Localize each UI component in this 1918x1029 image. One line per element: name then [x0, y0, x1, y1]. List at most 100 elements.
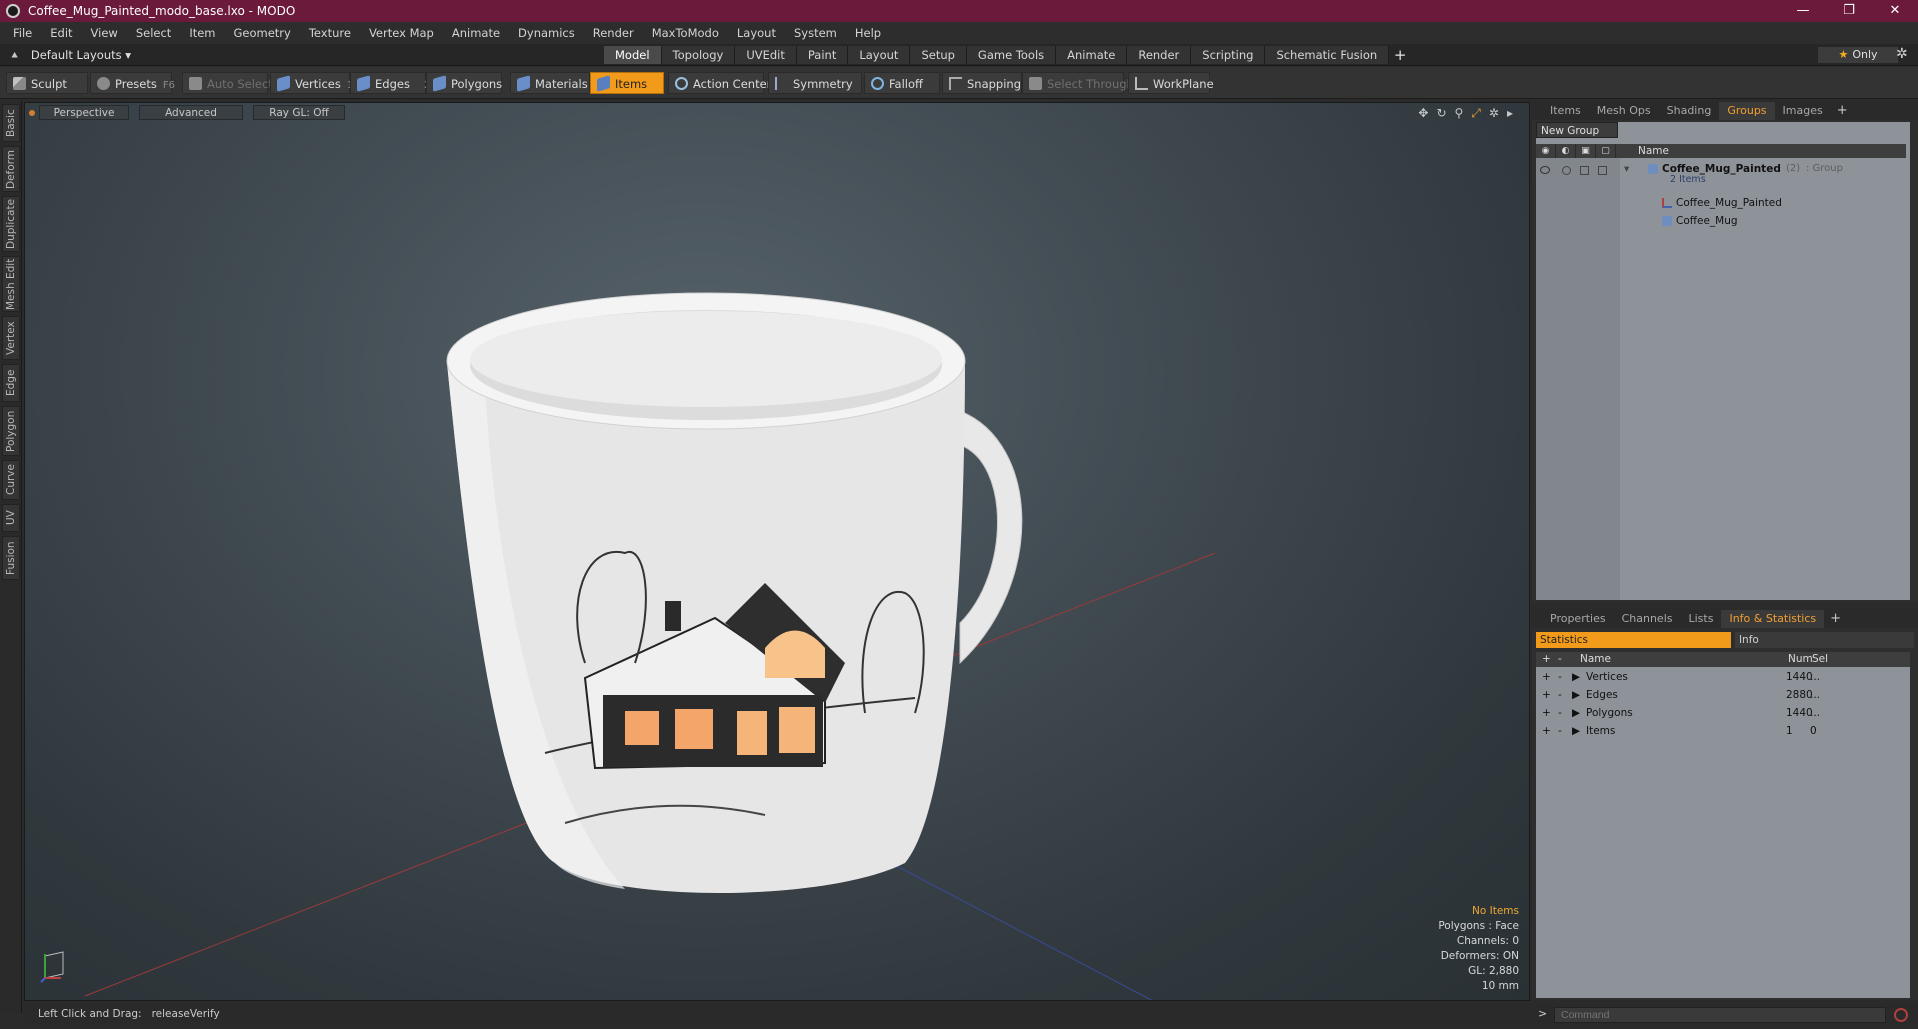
tab-layout[interactable]: Layout [848, 46, 911, 64]
tab-mesh-edit[interactable]: Mesh Edit [2, 256, 20, 312]
vertices-button[interactable]: Vertices1 [270, 72, 353, 94]
menu-maxtomodo[interactable]: MaxToModo [643, 26, 728, 40]
gear-icon[interactable]: ✲ [1896, 46, 1908, 62]
tab-game-tools[interactable]: Game Tools [966, 46, 1057, 64]
group-child-row[interactable]: Coffee_Mug_Painted [1536, 194, 1906, 212]
select-toggle-icon[interactable] [1598, 166, 1607, 175]
add-tab-icon[interactable]: + [1389, 46, 1411, 64]
rotate-view-icon[interactable]: ↻ [1436, 106, 1446, 121]
collapse-all-icon[interactable]: - [1558, 652, 1562, 667]
layout-selector[interactable]: ⯅ Default Layouts ▾ [6, 44, 131, 66]
menu-texture[interactable]: Texture [300, 26, 360, 40]
tab-paint[interactable]: Paint [796, 46, 849, 64]
action-center-button[interactable]: Action Center [668, 72, 771, 94]
expand-arrow-icon[interactable]: ▶ [1572, 668, 1580, 686]
group-row[interactable]: ▾ Coffee_Mug_Painted (2) : Group 2 Items [1536, 160, 1906, 190]
render-icon[interactable]: ◐ [1556, 144, 1576, 158]
menu-animate[interactable]: Animate [443, 26, 509, 40]
lock-icon[interactable]: ▣ [1576, 144, 1596, 158]
viewport-settings-icon[interactable]: ✲ [1489, 106, 1499, 121]
render-toggle-icon[interactable] [1562, 166, 1571, 175]
select-through-button[interactable]: Select Through [1022, 72, 1134, 94]
tab-fusion[interactable]: Fusion [2, 536, 20, 580]
tab-groups[interactable]: Groups [1719, 102, 1775, 120]
expand-arrow-icon[interactable]: ▸ [1507, 106, 1513, 121]
tab-curve[interactable]: Curve [2, 460, 20, 500]
eye-icon[interactable]: ◉ [1536, 144, 1556, 158]
subtab-info[interactable]: Info [1734, 632, 1914, 648]
materials-button[interactable]: Materials [510, 72, 590, 94]
zoom-view-icon[interactable]: ⚲ [1455, 106, 1464, 121]
close-button[interactable]: ✕ [1872, 0, 1918, 22]
tab-render[interactable]: Render [1127, 46, 1192, 64]
tab-uv[interactable]: UV [2, 504, 20, 532]
move-view-icon[interactable]: ✥ [1418, 106, 1428, 121]
plus-icon[interactable]: + [1542, 668, 1551, 686]
tab-images[interactable]: Images [1775, 102, 1831, 120]
new-group-button[interactable]: New Group [1536, 122, 1618, 138]
tab-schematic-fusion[interactable]: Schematic Fusion [1265, 46, 1390, 64]
raygl-button[interactable]: Ray GL: Off [253, 105, 345, 120]
minus-icon[interactable]: - [1558, 686, 1562, 704]
tab-duplicate[interactable]: Duplicate [2, 196, 20, 252]
add-tab-icon[interactable]: + [1824, 610, 1847, 628]
sculpt-button[interactable]: Sculpt [6, 72, 88, 94]
tab-items[interactable]: Items [1542, 102, 1589, 120]
tab-edge[interactable]: Edge [2, 364, 20, 402]
menu-geometry[interactable]: Geometry [225, 26, 300, 40]
minimize-button[interactable]: — [1780, 0, 1826, 22]
stat-row-items[interactable]: + - ▶ Items 1 0 [1536, 722, 1910, 740]
restore-button[interactable]: ❐ [1826, 0, 1872, 22]
stat-row-polygons[interactable]: + - ▶ Polygons 1440 ... [1536, 704, 1910, 722]
minus-icon[interactable]: - [1558, 704, 1562, 722]
menu-edit[interactable]: Edit [41, 26, 81, 40]
expand-arrow-icon[interactable]: ▶ [1572, 704, 1580, 722]
command-input[interactable] [1554, 1007, 1886, 1023]
menu-dynamics[interactable]: Dynamics [509, 26, 584, 40]
fit-view-icon[interactable]: ⤢ [1471, 106, 1481, 121]
falloff-button[interactable]: Falloff [864, 72, 940, 94]
menu-system[interactable]: System [785, 26, 846, 40]
tab-mesh-ops[interactable]: Mesh Ops [1589, 102, 1659, 120]
subtab-statistics[interactable]: Statistics [1536, 632, 1731, 648]
stat-row-edges[interactable]: + - ▶ Edges 2880 ... [1536, 686, 1910, 704]
expand-arrow-icon[interactable]: ▶ [1572, 686, 1580, 704]
menu-view[interactable]: View [82, 26, 127, 40]
lock-toggle-icon[interactable] [1580, 166, 1589, 175]
3d-viewport[interactable]: Perspective Advanced Ray GL: Off ✥ ↻ ⚲ ⤢… [24, 102, 1530, 1001]
tab-deform[interactable]: Deform [2, 146, 20, 192]
symmetry-button[interactable]: Symmetry [768, 72, 862, 94]
collapse-arrow-icon[interactable]: ▾ [1624, 160, 1629, 178]
snapping-button[interactable]: Snapping [942, 72, 1022, 94]
items-button[interactable]: Items [590, 72, 664, 94]
tab-topology[interactable]: Topology [661, 46, 736, 64]
collapse-icon[interactable]: ⯅ [10, 48, 19, 62]
expand-arrow-icon[interactable]: ▶ [1572, 722, 1580, 740]
expand-all-icon[interactable]: + [1542, 652, 1551, 667]
view-mode-button[interactable]: Perspective [39, 105, 129, 120]
tab-model[interactable]: Model [604, 46, 662, 64]
stop-icon[interactable] [1894, 1008, 1908, 1022]
minus-icon[interactable]: - [1558, 668, 1562, 686]
plus-icon[interactable]: + [1542, 686, 1551, 704]
tab-animate[interactable]: Animate [1056, 46, 1128, 64]
polygons-button[interactable]: Polygons [426, 72, 502, 94]
menu-render[interactable]: Render [584, 26, 643, 40]
tab-channels[interactable]: Channels [1614, 610, 1681, 628]
menu-select[interactable]: Select [127, 26, 180, 40]
tab-vertex[interactable]: Vertex [2, 316, 20, 360]
tab-info-statistics[interactable]: Info & Statistics [1721, 610, 1825, 628]
edges-button[interactable]: Edges2 [350, 72, 430, 94]
tab-shading[interactable]: Shading [1659, 102, 1720, 120]
plus-icon[interactable]: + [1542, 704, 1551, 722]
plus-icon[interactable]: + [1542, 722, 1551, 740]
add-tab-icon[interactable]: + [1831, 102, 1854, 120]
tab-lists[interactable]: Lists [1681, 610, 1722, 628]
shading-button[interactable]: Advanced [139, 105, 243, 120]
menu-help[interactable]: Help [846, 26, 890, 40]
tab-scripting[interactable]: Scripting [1191, 46, 1266, 64]
menu-item[interactable]: Item [180, 26, 224, 40]
presets-button[interactable]: Presets F6 [90, 72, 175, 94]
tab-setup[interactable]: Setup [910, 46, 967, 64]
workplane-button[interactable]: WorkPlane [1128, 72, 1214, 94]
